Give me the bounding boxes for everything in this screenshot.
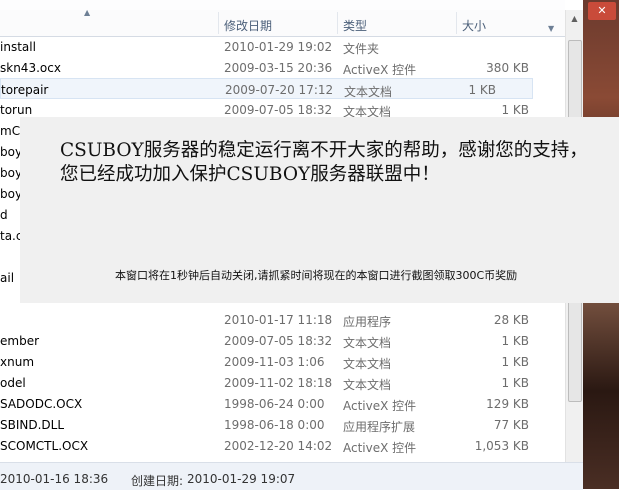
- file-name: boy: [0, 187, 23, 201]
- file-type: 文本文档: [343, 357, 392, 371]
- status-modified-date: 2010-01-16 18:36: [0, 472, 109, 486]
- column-separator[interactable]: [456, 12, 457, 34]
- file-name: install: [0, 40, 36, 54]
- file-name: xnum: [0, 355, 35, 369]
- file-size: 1 KB: [501, 376, 529, 390]
- file-name: skn43.ocx: [0, 61, 61, 75]
- file-date: 2009-03-15 20:36: [224, 61, 333, 75]
- file-size: 77 KB: [493, 418, 529, 432]
- file-date: 2009-11-03 1:06: [224, 355, 325, 369]
- column-date[interactable]: 修改日期: [224, 17, 272, 34]
- popup-note: 本窗口将在1秒钟后自动关闭,请抓紧时间将现在的本窗口进行截图领取300C币奖励: [115, 269, 518, 282]
- table-row[interactable]: ember 2009-07-05 18:32 文本文档 1 KB: [0, 330, 565, 351]
- file-type: ActiveX 控件: [343, 63, 417, 77]
- file-type: 文本文档: [343, 336, 392, 350]
- file-date: 2009-07-05 18:32: [224, 334, 333, 348]
- column-type[interactable]: 类型: [343, 17, 367, 34]
- file-type: 文本文档: [344, 85, 393, 99]
- file-name: torepair: [1, 83, 49, 97]
- file-size: 1 KB: [501, 355, 529, 369]
- status-bar: 2010-01-16 18:36 创建日期: 2010-01-29 19:07: [0, 462, 583, 490]
- file-name: SBIND.DLL: [0, 418, 65, 432]
- table-row[interactable]: SCOMCTL.OCX 2002-12-20 14:02 ActiveX 控件 1,0…: [0, 435, 565, 456]
- table-row[interactable]: install 2010-01-29 19:02 文件夹: [0, 36, 565, 57]
- file-size: 1 KB: [468, 83, 496, 97]
- table-row[interactable]: odel 2009-11-02 18:18 文本文档 1 KB: [0, 372, 565, 393]
- file-date: 2010-01-29 19:02: [224, 40, 333, 54]
- file-date: 2009-07-05 18:32: [224, 103, 333, 117]
- file-type: ActiveX 控件: [343, 441, 417, 455]
- file-name: ember: [0, 334, 40, 348]
- column-separator[interactable]: [337, 12, 338, 34]
- file-date: 1998-06-24 0:00: [224, 397, 325, 411]
- sort-up-icon: ▲: [84, 8, 91, 17]
- status-created-label: 创建日期:: [131, 474, 184, 488]
- file-type: 应用程序: [343, 315, 392, 329]
- file-name: odel: [0, 376, 26, 390]
- file-name: boy: [0, 166, 23, 180]
- file-size: 380 KB: [486, 61, 529, 75]
- table-row[interactable]: 2010-01-17 11:18 应用程序 28 KB: [0, 309, 565, 330]
- file-date: 2009-07-20 17:12: [225, 83, 334, 97]
- scroll-up-icon[interactable]: ▲: [566, 10, 583, 27]
- notification-popup: CSUBOY服务器的稳定运行离不开大家的帮助，感谢您的支持，您已经成功加入保护C…: [20, 117, 619, 303]
- file-size: 1 KB: [501, 334, 529, 348]
- popup-message: CSUBOY服务器的稳定运行离不开大家的帮助，感谢您的支持，您已经成功加入保护C…: [60, 140, 588, 185]
- file-date: 1998-06-18 0:00: [224, 418, 325, 432]
- file-type: 文件夹: [343, 42, 380, 56]
- column-size[interactable]: 大小: [462, 17, 486, 34]
- table-row[interactable]: torepair 2009-07-20 17:12 文本文档 1 KB: [0, 78, 533, 99]
- file-name: boy: [0, 145, 23, 159]
- table-row[interactable]: SADODC.OCX 1998-06-24 0:00 ActiveX 控件 129 K…: [0, 393, 565, 414]
- file-size: 28 KB: [493, 313, 529, 327]
- column-separator[interactable]: [218, 12, 219, 34]
- table-row[interactable]: SBIND.DLL 1998-06-18 0:00 应用程序扩展 77 KB: [0, 414, 565, 435]
- table-row[interactable]: skn43.ocx 2009-03-15 20:36 ActiveX 控件 380 K…: [0, 57, 565, 78]
- file-date: 2002-12-20 14:02: [224, 439, 333, 453]
- file-type: ActiveX 控件: [343, 399, 417, 413]
- file-name: SCOMCTL.OCX: [0, 439, 89, 453]
- file-name: d: [0, 208, 8, 222]
- table-row[interactable]: xnum 2009-11-03 1:06 文本文档 1 KB: [0, 351, 565, 372]
- close-icon[interactable]: ✕: [588, 2, 616, 20]
- file-date: 2009-11-02 18:18: [224, 376, 333, 390]
- file-date: 2010-01-17 11:18: [224, 313, 333, 327]
- file-name: ail: [0, 271, 15, 285]
- column-header: ▲ 修改日期 类型 大小 ▼: [0, 8, 565, 37]
- file-type: 应用程序扩展: [343, 420, 416, 434]
- status-created-date: 2010-01-29 19:07: [187, 472, 296, 486]
- file-name: torun: [0, 103, 33, 117]
- file-type: 文本文档: [343, 378, 392, 392]
- chevron-down-icon[interactable]: ▼: [548, 24, 554, 33]
- file-size: 1,053 KB: [474, 439, 529, 453]
- file-name: SADODC.OCX: [0, 397, 83, 411]
- file-size: 129 KB: [486, 397, 529, 411]
- file-size: 1 KB: [501, 103, 529, 117]
